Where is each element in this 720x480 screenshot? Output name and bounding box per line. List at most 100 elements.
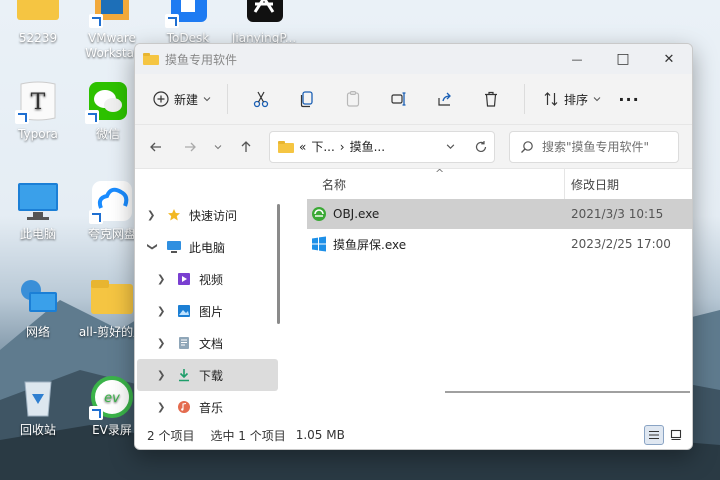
- breadcrumb-separator[interactable]: ›: [340, 140, 345, 154]
- search-input[interactable]: [542, 139, 672, 154]
- nav-label: 视频: [199, 272, 224, 287]
- file-row-obj[interactable]: OBJ.exe 2021/3/3 10:15: [307, 199, 692, 229]
- column-header-name[interactable]: 名称: [280, 169, 565, 199]
- recent-locations-button[interactable]: [207, 132, 229, 162]
- new-button[interactable]: 新建: [147, 83, 217, 115]
- minimize-icon: —: [571, 52, 583, 66]
- window-title: 摸鱼专用软件: [165, 52, 238, 67]
- sort-button-label: 排序: [564, 92, 589, 107]
- cut-button[interactable]: [238, 83, 284, 115]
- toolbar-separator: [524, 84, 526, 114]
- chevron-down-icon: [593, 97, 601, 102]
- paste-icon: [346, 91, 360, 107]
- svg-text:ev: ev: [104, 391, 120, 406]
- nav-label: 下载: [199, 368, 224, 383]
- scissors-icon: [253, 91, 269, 108]
- details-view-icon: [649, 430, 659, 440]
- refresh-icon: [475, 140, 487, 152]
- copy-icon: [300, 91, 313, 108]
- search-box[interactable]: [509, 130, 679, 163]
- nav-item-music[interactable]: ❯ 音乐: [137, 391, 278, 423]
- explorer-body: ❯ 快速访问 ❯ 此电脑 ❯ 视频 ❯ 图片 ❯ 文档 ❯ 下载 ❯ 音乐 ^ …: [135, 167, 692, 423]
- folder-icon: [89, 276, 135, 322]
- desktop-icon-typora[interactable]: T Typora: [2, 78, 74, 142]
- item-count: 2 个项目: [147, 428, 195, 443]
- arrow-right-icon: [185, 142, 196, 151]
- horizontal-scrollbar[interactable]: [445, 391, 690, 393]
- navigation-pane[interactable]: ❯ 快速访问 ❯ 此电脑 ❯ 视频 ❯ 图片 ❯ 文档 ❯ 下载 ❯ 音乐: [135, 169, 280, 423]
- file-explorer-window: 摸鱼专用软件 — □ ✕ 新建 排序 ··· « 下... › 摸鱼... 搜索…: [134, 43, 693, 450]
- breadcrumb-downloads[interactable]: 下...: [311, 138, 334, 155]
- chevron-right-icon[interactable]: ❯: [157, 274, 171, 285]
- minimize-button[interactable]: —: [554, 44, 600, 74]
- nav-item-videos[interactable]: ❯ 视频: [137, 263, 278, 295]
- file-name: OBJ.exe: [333, 207, 380, 221]
- monitor-icon: [165, 239, 183, 255]
- maximize-button[interactable]: □: [600, 44, 646, 74]
- new-button-label: 新建: [174, 92, 199, 107]
- file-row-screensaver[interactable]: 摸鱼屏保.exe 2023/2/25 17:00: [307, 229, 692, 259]
- folder-icon: [278, 140, 294, 153]
- chevron-down-icon: [214, 144, 222, 149]
- network-icon: [15, 276, 61, 322]
- chevron-right-icon[interactable]: ❯: [157, 402, 171, 413]
- forward-button[interactable]: [173, 132, 207, 162]
- details-view-button[interactable]: [644, 425, 664, 445]
- tiles-view-icon: [670, 429, 682, 441]
- tiles-view-button[interactable]: [666, 425, 686, 445]
- arrow-left-icon: [150, 142, 161, 151]
- selection-size: 1.05 MB: [295, 428, 345, 442]
- music-icon: [175, 399, 193, 415]
- rename-button[interactable]: [376, 83, 422, 115]
- typora-icon: T: [15, 78, 61, 124]
- address-bar[interactable]: « 下... › 摸鱼...: [269, 130, 495, 163]
- nav-item-documents[interactable]: ❯ 文档: [137, 327, 278, 359]
- more-icon: ···: [618, 89, 640, 109]
- nav-item-quick-access[interactable]: ❯ 快速访问: [137, 199, 278, 231]
- column-header-date[interactable]: 修改日期: [565, 176, 619, 193]
- nav-item-downloads[interactable]: ❯ 下载: [137, 359, 278, 391]
- breadcrumb-current[interactable]: 摸鱼...: [350, 138, 385, 155]
- share-button[interactable]: [422, 83, 468, 115]
- address-row: « 下... › 摸鱼...: [135, 124, 692, 168]
- chevron-down-icon[interactable]: ❯: [147, 242, 158, 252]
- ev-recorder-icon: ev: [89, 374, 135, 420]
- download-icon: [175, 367, 193, 383]
- nav-label: 图片: [199, 304, 224, 319]
- paste-button[interactable]: [330, 83, 376, 115]
- nav-item-pictures[interactable]: ❯ 图片: [137, 295, 278, 327]
- toolbar-separator: [227, 84, 229, 114]
- arrow-up-icon: [241, 140, 251, 152]
- close-icon: ✕: [663, 51, 675, 67]
- back-button[interactable]: [139, 132, 173, 162]
- nav-label: 文档: [199, 336, 224, 351]
- address-dropdown-button[interactable]: [437, 142, 463, 151]
- refresh-button[interactable]: [468, 140, 494, 154]
- desktop-icon-recycle-bin[interactable]: 回收站: [2, 374, 74, 438]
- share-icon: [438, 92, 451, 106]
- status-bar: 2 个项目 选中 1 个项目 1.05 MB: [135, 421, 692, 449]
- desktop-icon-52239[interactable]: 52239: [2, 0, 74, 46]
- chevron-right-icon[interactable]: ❯: [147, 210, 161, 221]
- column-headers: ^ 名称 修改日期: [280, 167, 692, 199]
- breadcrumb-overflow[interactable]: «: [299, 140, 306, 154]
- chevron-right-icon[interactable]: ❯: [157, 370, 171, 381]
- more-options-button[interactable]: ···: [609, 83, 649, 115]
- delete-button[interactable]: [468, 83, 514, 115]
- nav-item-this-pc[interactable]: ❯ 此电脑: [137, 231, 278, 263]
- chevron-right-icon[interactable]: ❯: [157, 338, 171, 349]
- copy-button[interactable]: [284, 83, 330, 115]
- close-button[interactable]: ✕: [646, 44, 692, 74]
- desktop-icon-todesk[interactable]: ToDesk: [152, 0, 224, 46]
- obj-exe-icon: [312, 207, 326, 221]
- desktop-icon-jianying[interactable]: JianyingP...: [228, 0, 300, 46]
- desktop-icon-network[interactable]: 网络: [2, 276, 74, 340]
- sort-button[interactable]: 排序: [535, 83, 609, 115]
- up-button[interactable]: [229, 132, 263, 162]
- chevron-right-icon[interactable]: ❯: [157, 306, 171, 317]
- title-bar[interactable]: 摸鱼专用软件 — □ ✕: [135, 44, 692, 74]
- desktop-icon-this-pc[interactable]: 此电脑: [2, 178, 74, 242]
- maximize-icon: □: [616, 51, 630, 67]
- sort-ascending-icon: ^: [435, 167, 445, 180]
- document-icon: [175, 335, 193, 351]
